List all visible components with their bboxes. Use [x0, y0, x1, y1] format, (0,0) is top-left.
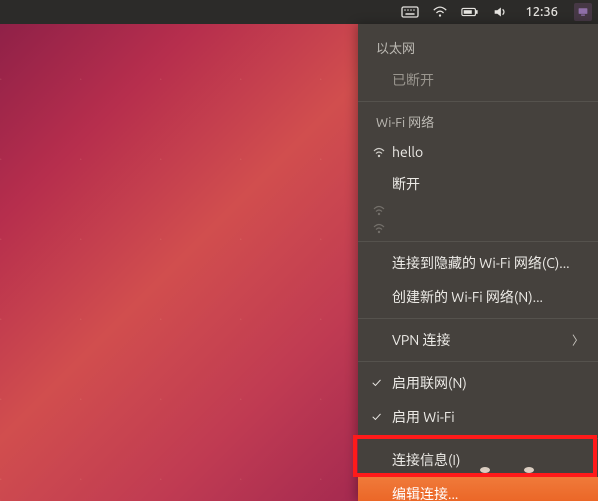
chevron-right-icon: 〉	[572, 332, 584, 349]
wifi-disconnect[interactable]: 断开	[358, 167, 598, 201]
wifi-signal-icon	[372, 221, 386, 235]
wifi-signal-icon	[372, 203, 386, 217]
edit-connections[interactable]: 编辑连接...	[358, 477, 598, 501]
ethernet-section-header: 以太网	[358, 32, 598, 63]
decorative-dots	[480, 467, 534, 473]
vpn-connections[interactable]: VPN 连接 〉	[358, 323, 598, 357]
network-icon[interactable]	[431, 3, 449, 21]
session-icon[interactable]	[574, 3, 592, 21]
connection-info[interactable]: 连接信息(I)	[358, 443, 598, 477]
create-new-wifi[interactable]: 创建新的 Wi-Fi 网络(N)...	[358, 280, 598, 314]
wifi-section-header: Wi-Fi 网络	[358, 106, 598, 137]
network-indicator-menu: 以太网 已断开 Wi-Fi 网络 hello 断开 连接到隐藏的 Wi-Fi 网…	[358, 24, 598, 501]
volume-icon[interactable]	[491, 3, 509, 21]
enable-networking-label: 启用联网(N)	[392, 375, 467, 391]
menu-separator	[358, 101, 598, 102]
wifi-empty-slot	[358, 219, 598, 237]
menu-separator	[358, 361, 598, 362]
connect-hidden-wifi[interactable]: 连接到隐藏的 Wi-Fi 网络(C)...	[358, 246, 598, 280]
wifi-network-hello[interactable]: hello	[358, 137, 598, 167]
keyboard-icon[interactable]	[401, 3, 419, 21]
menu-separator	[358, 438, 598, 439]
menu-separator	[358, 318, 598, 319]
menu-separator	[358, 241, 598, 242]
ethernet-disconnected: 已断开	[358, 63, 598, 97]
check-icon: ✓	[372, 410, 381, 424]
wifi-empty-slot	[358, 201, 598, 219]
enable-wifi[interactable]: ✓ 启用 Wi-Fi	[358, 400, 598, 434]
enable-wifi-label: 启用 Wi-Fi	[392, 409, 455, 425]
top-panel: 12:36	[0, 0, 598, 24]
enable-networking[interactable]: ✓ 启用联网(N)	[358, 366, 598, 400]
vpn-label: VPN 连接	[392, 332, 450, 348]
check-icon: ✓	[372, 376, 381, 390]
battery-icon[interactable]	[461, 3, 479, 21]
clock[interactable]: 12:36	[525, 5, 558, 19]
wifi-ssid-label: hello	[392, 144, 423, 160]
wifi-signal-icon	[372, 145, 386, 159]
